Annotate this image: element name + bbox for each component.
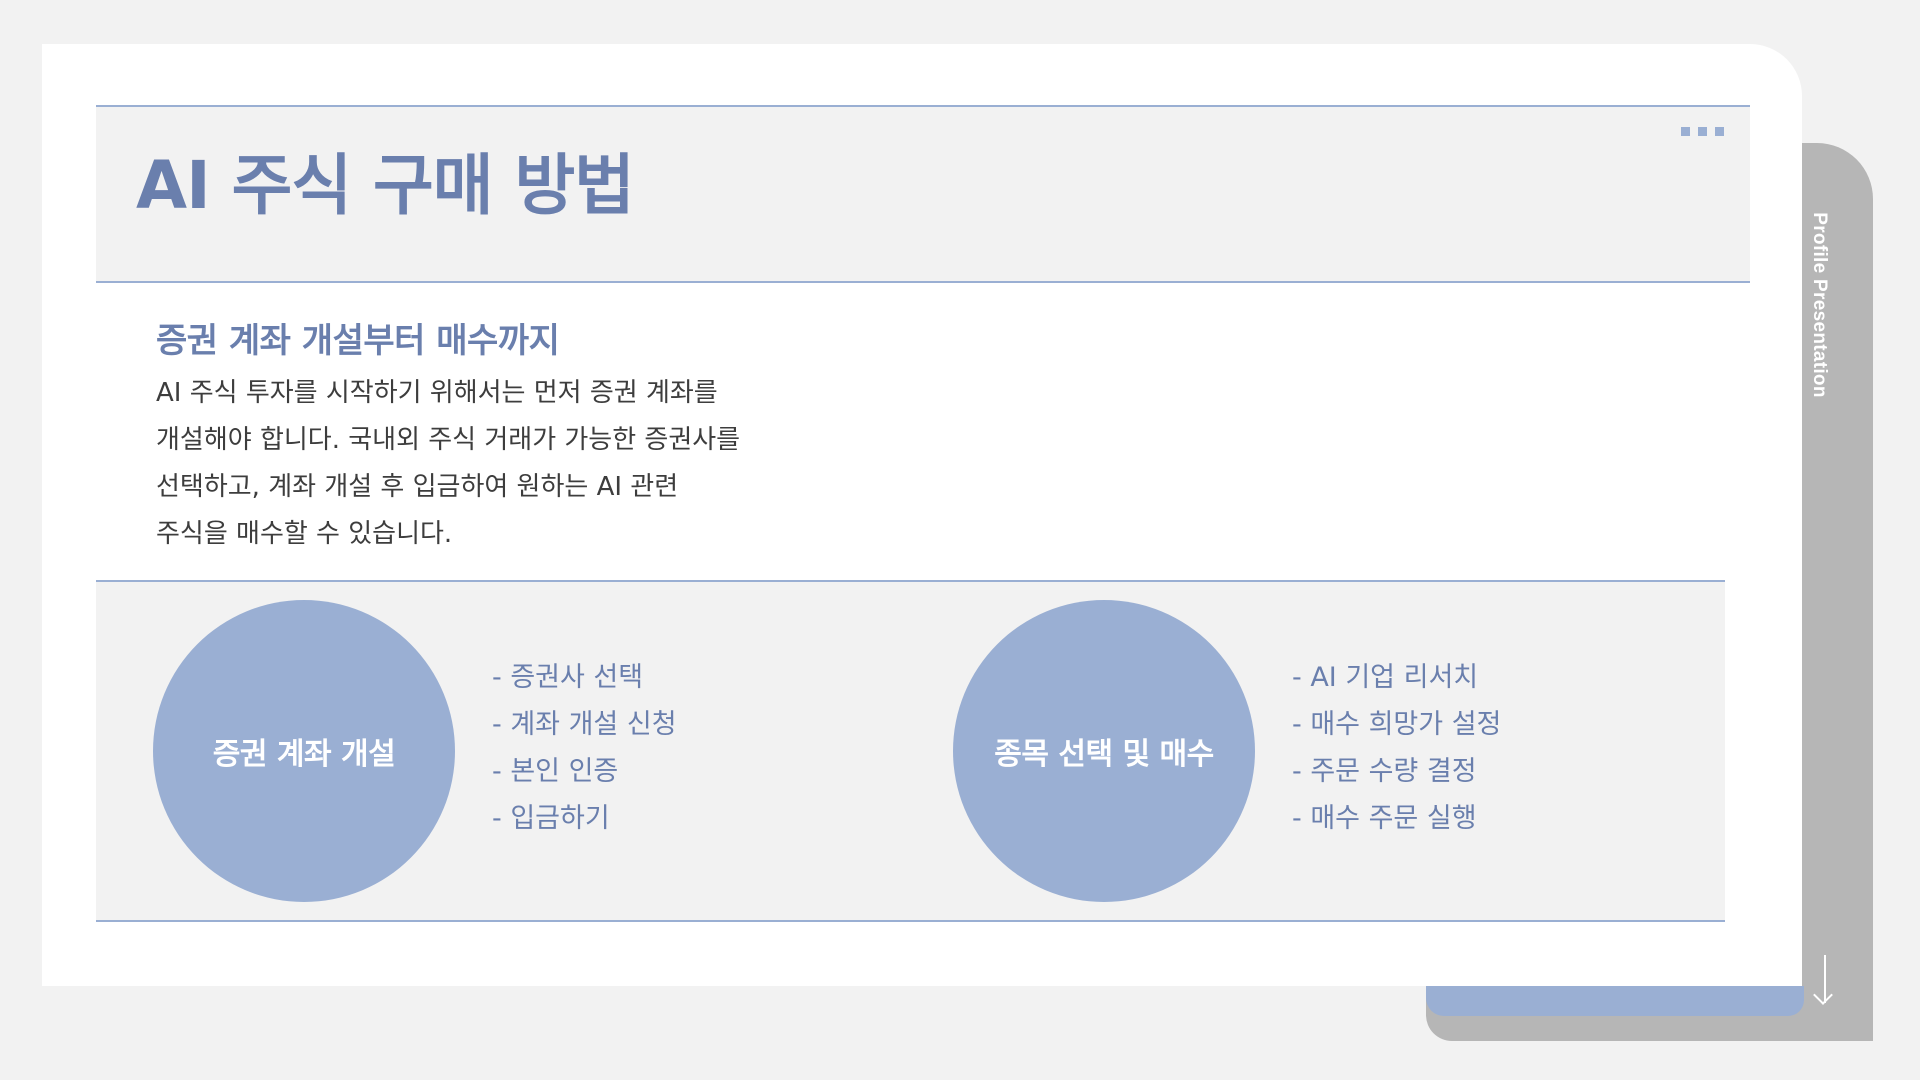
step-list-account: - 증권사 선택 - 계좌 개설 신청 - 본인 인증 - 입금하기 — [492, 654, 677, 842]
dot — [1681, 127, 1690, 136]
dot — [1698, 127, 1707, 136]
dot — [1715, 127, 1724, 136]
arrow-down-icon — [1824, 955, 1826, 1003]
step-item: - 매수 주문 실행 — [1292, 803, 1477, 834]
step-item: - AI 기업 리서치 — [1292, 662, 1479, 693]
step-list-purchase: - AI 기업 리서치 - 매수 희망가 설정 - 주문 수량 결정 - 매수 … — [1292, 654, 1501, 842]
page-curl-accent — [1426, 986, 1804, 1016]
body-line: AI 주식 투자를 시작하기 위해서는 먼저 증권 계좌를 — [156, 378, 718, 408]
page-title: AI 주식 구매 방법 — [136, 147, 635, 224]
step-circle-purchase: 종목 선택 및 매수 — [953, 600, 1255, 902]
step-item: - 입금하기 — [492, 803, 610, 834]
body-line: 선택하고, 계좌 개설 후 입금하여 원하는 AI 관련 — [156, 472, 679, 502]
body-paragraph: AI 주식 투자를 시작하기 위해서는 먼저 증권 계좌를 개설해야 합니다. … — [156, 370, 796, 558]
more-dots-icon — [1681, 127, 1724, 136]
section-subtitle: 증권 계좌 개설부터 매수까지 — [156, 321, 560, 361]
step-item: - 증권사 선택 — [492, 662, 644, 693]
step-item: - 본인 인증 — [492, 756, 619, 787]
step-title: 증권 계좌 개설 — [212, 737, 396, 772]
step-circle-account: 증권 계좌 개설 — [153, 600, 455, 902]
step-title: 종목 선택 및 매수 — [994, 737, 1214, 772]
step-item: - 매수 희망가 설정 — [1292, 709, 1502, 740]
body-line: 주식을 매수할 수 있습니다. — [156, 519, 453, 549]
side-tab-label: Profile Presentation — [1809, 212, 1830, 398]
step-item: - 계좌 개설 신청 — [492, 709, 677, 740]
step-item: - 주문 수량 결정 — [1292, 756, 1477, 787]
body-line: 개설해야 합니다. 국내외 주식 거래가 가능한 증권사를 — [156, 425, 741, 455]
